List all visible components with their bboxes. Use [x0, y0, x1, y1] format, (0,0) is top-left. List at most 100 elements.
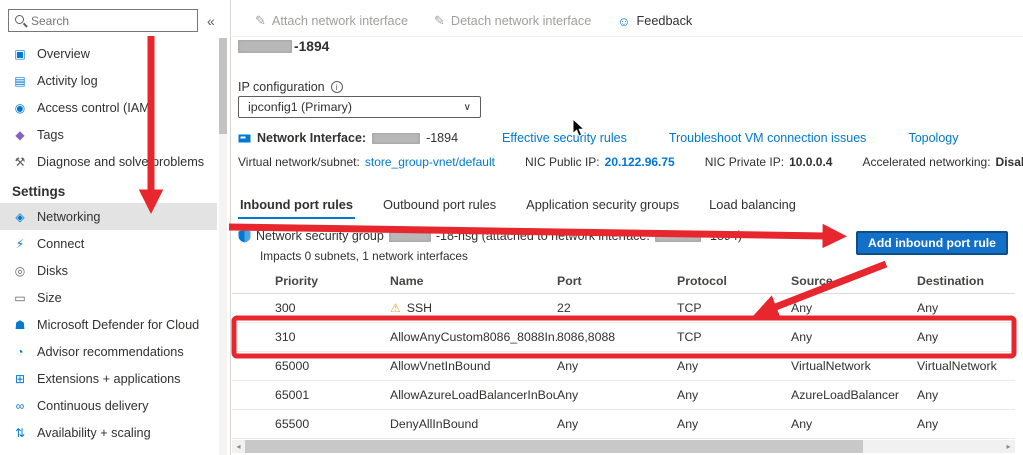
network-interface-row: Network Interface: -1894 Effective secur… — [238, 131, 958, 145]
ip-configuration-label: IP configuration — [238, 80, 343, 94]
cell-name: DenyAllInBound — [390, 417, 557, 431]
nsg-prefix: Network security group — [256, 229, 384, 243]
cell-destination: Any — [917, 301, 1015, 315]
cell-source: VirtualNetwork — [791, 359, 917, 373]
sidebar-item-access-control-iam[interactable]: ◉Access control (IAM) — [0, 94, 217, 121]
sidebar-item-continuous-delivery[interactable]: ∞Continuous delivery — [0, 392, 217, 419]
redacted-nic-name — [372, 133, 420, 144]
sidebar-item-diagnose-and-solve-problems[interactable]: ⚒Diagnose and solve problems — [0, 148, 217, 175]
cell-source: AzureLoadBalancer — [791, 388, 917, 402]
troubleshoot-vm-connection-link[interactable]: Troubleshoot VM connection issues — [669, 131, 867, 145]
topology-link[interactable]: Topology — [908, 131, 958, 145]
feedback-button[interactable]: ☺Feedback — [617, 14, 692, 29]
table-row-65000[interactable]: 65000AllowVnetInBoundAnyAnyVirtualNetwor… — [232, 352, 1015, 381]
sidebar-item-microsoft-defender-for-cloud[interactable]: ☗Microsoft Defender for Cloud — [0, 311, 217, 338]
cell-destination: Any — [917, 330, 1015, 344]
add-inbound-port-rule-button[interactable]: Add inbound port rule — [856, 231, 1008, 255]
attach-network-interface-icon: ✎ — [255, 13, 266, 29]
ip-configuration-dropdown[interactable]: ipconfig1 (Primary) — [238, 96, 481, 118]
tab-outbound-port-rules[interactable]: Outbound port rules — [381, 192, 498, 219]
cell-name: AllowVnetInBound — [390, 359, 557, 373]
sidebar-item-connect[interactable]: ⚡Connect — [0, 230, 217, 257]
tab-load-balancing[interactable]: Load balancing — [707, 192, 798, 219]
collapse-sidebar-button[interactable]: « — [207, 13, 215, 29]
scroll-right-arrow-icon[interactable] — [1002, 440, 1015, 453]
sidebar-item-availability-scaling[interactable]: ⇅Availability + scaling — [0, 419, 217, 446]
sidebar-item-overview[interactable]: ▣Overview — [0, 40, 217, 67]
rules-table-body: 300⚠SSH22TCPAnyAny310AllowAnyCustom8086_… — [232, 294, 1015, 439]
table-row-310[interactable]: 310AllowAnyCustom8086_8088In...8086,8088… — [232, 323, 1015, 352]
cell-destination: Any — [917, 388, 1015, 402]
cell-priority: 65000 — [275, 359, 390, 373]
search-icon — [14, 14, 27, 27]
nic-private-ip-value: 10.0.0.4 — [789, 155, 832, 169]
sidebar-search-row: « — [8, 9, 215, 32]
column-port[interactable]: Port — [557, 274, 677, 288]
table-row-65001[interactable]: 65001AllowAzureLoadBalancerInBou...AnyAn… — [232, 381, 1015, 410]
vnet-subnet-link[interactable]: store_group-vnet/default — [365, 155, 495, 169]
effective-security-rules-link[interactable]: Effective security rules — [502, 131, 627, 145]
sidebar-item-tags[interactable]: ◆Tags — [0, 121, 217, 148]
cell-name: AllowAzureLoadBalancerInBou... — [390, 388, 557, 402]
activity-log-icon: ▤ — [12, 74, 28, 88]
ip-configuration-selected: ipconfig1 (Primary) — [248, 100, 352, 114]
column-destination[interactable]: Destination — [917, 274, 1015, 288]
search-box[interactable] — [8, 9, 198, 32]
column-source[interactable]: Source — [791, 274, 917, 288]
attach-network-interface-button[interactable]: ✎Attach network interface — [255, 13, 408, 29]
sidebar-item-activity-log[interactable]: ▤Activity log — [0, 67, 217, 94]
detach-network-interface-button[interactable]: ✎Detach network interface — [434, 13, 591, 29]
table-header: Priority Name Port Protocol Source Desti… — [232, 268, 1015, 294]
cell-port: Any — [557, 417, 677, 431]
cell-priority: 310 — [275, 330, 390, 344]
sidebar-item-size[interactable]: ▭Size — [0, 284, 217, 311]
table-row-300[interactable]: 300⚠SSH22TCPAnyAny — [232, 294, 1015, 323]
cell-priority: 65001 — [275, 388, 390, 402]
column-priority[interactable]: Priority — [275, 274, 390, 288]
page-title-suffix: -1894 — [294, 39, 329, 54]
network-interface-label: Network Interface: — [257, 131, 366, 145]
accelerated-networking: Accelerated networking: Disabled — [862, 155, 1023, 169]
diagnose-icon: ⚒ — [12, 155, 28, 169]
cell-priority: 300 — [275, 301, 390, 315]
sidebar-scrollbar-thumb[interactable] — [219, 38, 227, 134]
ip-configuration-text: IP configuration — [238, 80, 325, 94]
connect-icon: ⚡ — [12, 237, 28, 251]
column-protocol[interactable]: Protocol — [677, 274, 791, 288]
overview-icon: ▣ — [12, 47, 28, 61]
nsg-end: -1894) — [706, 229, 742, 243]
info-icon[interactable] — [331, 81, 343, 93]
tab-inbound-port-rules[interactable]: Inbound port rules — [238, 192, 355, 219]
column-name[interactable]: Name — [390, 274, 557, 288]
sidebar-item-networking[interactable]: ◈Networking — [0, 203, 217, 230]
sidebar-item-extensions-applications[interactable]: ⊞Extensions + applications — [0, 365, 217, 392]
network-detail-row: Virtual network/subnet: store_group-vnet… — [238, 155, 1023, 169]
cell-name: ⚠SSH — [390, 301, 557, 315]
cell-destination: VirtualNetwork — [917, 359, 1015, 373]
availability-icon: ⇅ — [12, 426, 28, 440]
sidebar-item-advisor-recommendations[interactable]: ◔Advisor recommendations — [0, 338, 217, 365]
network-interface-links: Effective security rules Troubleshoot VM… — [502, 131, 958, 145]
nic-public-ip: NIC Public IP: 20.122.96.75 — [525, 155, 675, 169]
feedback-icon: ☺ — [617, 14, 630, 29]
nsg-mid: -18-nsg (attached to network interface: — [436, 229, 650, 243]
sidebar-scrollbar[interactable] — [219, 38, 227, 455]
sidebar-menu: ▣Overview▤Activity log◉Access control (I… — [0, 40, 217, 446]
horizontal-scrollbar[interactable] — [232, 440, 1015, 453]
defender-icon: ☗ — [12, 318, 28, 332]
nsg-row: Network security group -18-nsg (attached… — [238, 229, 742, 243]
scroll-left-arrow-icon[interactable] — [232, 440, 245, 453]
tab-application-security-groups[interactable]: Application security groups — [524, 192, 681, 219]
horizontal-scrollbar-thumb[interactable] — [245, 440, 863, 453]
detach-network-interface-icon: ✎ — [434, 13, 445, 29]
nic-public-ip-link[interactable]: 20.122.96.75 — [605, 155, 675, 169]
nsg-impacts-text: Impacts 0 subnets, 1 network interfaces — [260, 249, 468, 263]
page-title: -1894 — [238, 39, 329, 54]
table-row-65500[interactable]: 65500DenyAllInBoundAnyAnyAnyAny — [232, 410, 1015, 439]
search-input[interactable] — [31, 14, 192, 28]
azure-portal-networking-screen: « ▣Overview▤Activity log◉Access control … — [0, 0, 1023, 455]
warning-icon: ⚠ — [390, 301, 401, 315]
continuous-delivery-icon: ∞ — [12, 399, 28, 413]
sidebar-item-disks[interactable]: ◎Disks — [0, 257, 217, 284]
cell-protocol: TCP — [677, 330, 791, 344]
